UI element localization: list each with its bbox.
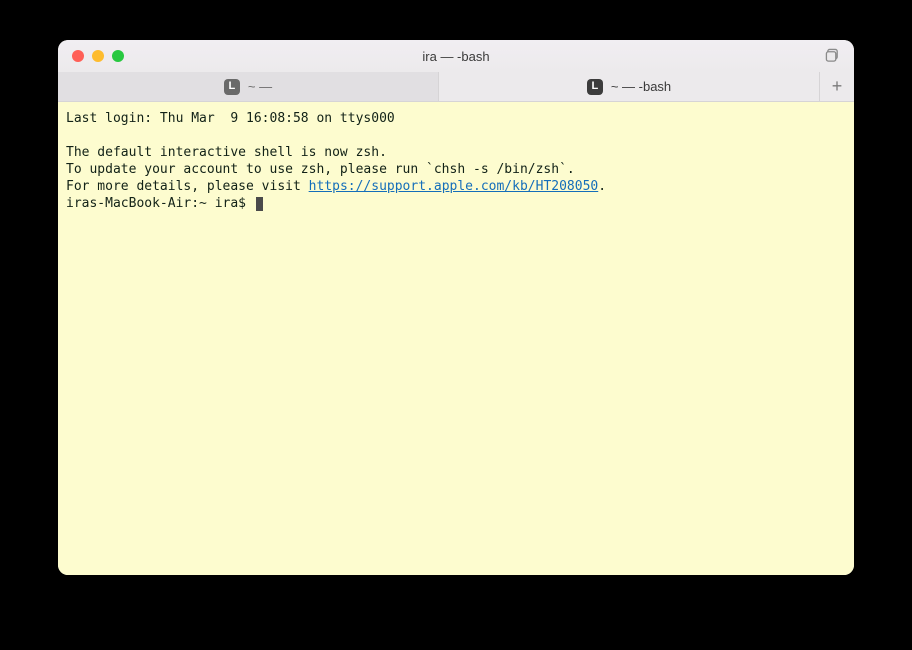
support-link[interactable]: https://support.apple.com/kb/HT208050 [309,179,599,194]
tab-label: ~ — [248,79,272,94]
window-title: ira — -bash [58,49,854,64]
shell-msg-2: To update your account to use zsh, pleas… [66,162,575,177]
tab-0[interactable]: L ~ — [58,72,439,101]
terminal-tab-icon: L [224,79,240,95]
plus-icon: + [832,76,843,97]
shell-msg-3-pre: For more details, please visit [66,179,309,194]
new-tab-button[interactable]: + [820,72,854,101]
last-login-line: Last login: Thu Mar 9 16:08:58 on ttys00… [66,111,395,126]
prompt: iras-MacBook-Air:~ ira$ [66,196,254,211]
shell-msg-1: The default interactive shell is now zsh… [66,145,387,160]
titlebar: ira — -bash [58,40,854,72]
terminal-content[interactable]: Last login: Thu Mar 9 16:08:58 on ttys00… [58,102,854,575]
overflow-icon[interactable] [825,48,840,63]
tab-bar: L ~ — L ~ — -bash + [58,72,854,102]
shell-msg-3-post: . [598,179,606,194]
tab-label: ~ — -bash [611,79,671,94]
tab-1[interactable]: L ~ — -bash [439,72,820,101]
terminal-window: ira — -bash L ~ — L ~ — -bash + Last log… [58,40,854,575]
cursor-icon [256,197,263,211]
terminal-tab-icon: L [587,79,603,95]
